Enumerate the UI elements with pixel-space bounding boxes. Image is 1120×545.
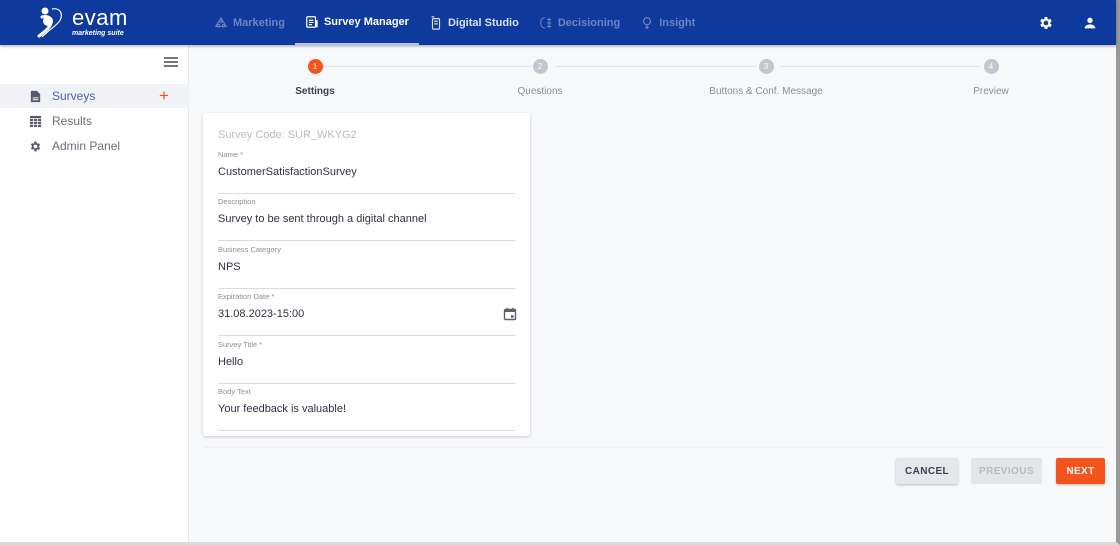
- name-field[interactable]: Name *: [218, 150, 516, 194]
- top-navigation-bar: evam marketing suite Marketing Survey Ma…: [0, 0, 1116, 45]
- nav-label: Marketing: [233, 16, 285, 29]
- digital-studio-icon: [431, 15, 441, 30]
- footer-divider: [203, 446, 1103, 448]
- top-right-actions: [1038, 0, 1098, 45]
- name-input[interactable]: [218, 164, 488, 180]
- gear-icon[interactable]: [1038, 15, 1054, 31]
- field-label: Expiration Date *: [218, 292, 275, 301]
- sidebar-item-surveys[interactable]: Surveys +: [0, 84, 189, 108]
- step-settings[interactable]: 1 Settings: [235, 59, 395, 97]
- step-label: Preview: [973, 86, 1009, 97]
- body-text-input[interactable]: [218, 401, 488, 417]
- field-label: Business Category: [218, 245, 281, 254]
- step-number: 4: [983, 59, 999, 74]
- nav-label: Insight: [659, 16, 696, 29]
- description-field[interactable]: Description: [218, 197, 516, 241]
- step-questions[interactable]: 2 Questions: [460, 59, 620, 97]
- step-number: 2: [532, 59, 548, 74]
- step-number: 3: [758, 59, 774, 74]
- nav-label: Digital Studio: [447, 16, 519, 29]
- survey-settings-card: Survey Code: SUR_WKYG2 Name * Descriptio…: [203, 113, 530, 436]
- brand-tagline: marketing suite: [72, 30, 124, 37]
- sidebar-item-label: Surveys: [52, 89, 96, 103]
- description-input[interactable]: [218, 211, 488, 227]
- insight-icon: [643, 16, 652, 29]
- expiration-date-input[interactable]: [218, 306, 488, 322]
- add-survey-button[interactable]: +: [159, 87, 169, 104]
- nav-item-marketing[interactable]: Marketing: [204, 0, 295, 45]
- document-icon: [30, 90, 41, 102]
- step-label: Questions: [517, 86, 563, 97]
- survey-title-input[interactable]: [218, 354, 488, 370]
- nav-label: Survey Manager: [323, 15, 409, 28]
- module-nav: Marketing Survey Manager Digital Studio …: [204, 0, 705, 45]
- evam-logo[interactable]: evam marketing suite: [36, 4, 136, 40]
- step-number: 1: [307, 59, 323, 74]
- calendar-icon[interactable]: [503, 307, 517, 321]
- wizard-stepper: 1 Settings 2 Questions 3 Buttons & Conf.…: [190, 45, 1116, 110]
- logo-mark-icon: [37, 7, 62, 38]
- marketing-icon: [214, 16, 228, 27]
- brand-name: evam: [72, 5, 128, 30]
- sidebar: Surveys + Results Admin Panel: [0, 45, 189, 542]
- survey-title-field[interactable]: Survey Title *: [218, 340, 516, 384]
- step-buttons-conf-message[interactable]: 3 Buttons & Conf. Message: [686, 59, 846, 97]
- body-text-field[interactable]: Body Text: [218, 387, 516, 431]
- nav-item-survey-manager[interactable]: Survey Manager: [294, 0, 419, 45]
- nav-item-insight[interactable]: Insight: [630, 0, 705, 45]
- sidebar-item-admin-panel[interactable]: Admin Panel: [0, 134, 189, 158]
- next-button[interactable]: NEXT: [1056, 458, 1105, 484]
- survey-manager-icon: [306, 15, 318, 28]
- cancel-button[interactable]: CANCEL: [896, 458, 958, 484]
- step-label: Settings: [295, 86, 335, 97]
- hamburger-icon[interactable]: [164, 57, 178, 67]
- nav-item-digital-studio[interactable]: Digital Studio: [419, 0, 529, 45]
- field-label: Survey Title *: [218, 340, 263, 349]
- sidebar-item-label: Admin Panel: [52, 139, 121, 153]
- business-category-field[interactable]: Business Category: [218, 245, 516, 289]
- step-label: Buttons & Conf. Message: [709, 86, 823, 97]
- survey-code: Survey Code: SUR_WKYG2: [218, 129, 357, 141]
- field-label: Description: [218, 197, 256, 206]
- field-label: Body Text: [218, 387, 251, 396]
- previous-button[interactable]: PREVIOUS: [971, 458, 1042, 484]
- business-category-input[interactable]: [218, 259, 488, 275]
- field-label: Name *: [218, 150, 244, 159]
- decisioning-icon: [540, 16, 552, 29]
- user-icon[interactable]: [1082, 15, 1098, 31]
- nav-item-decisioning[interactable]: Decisioning: [529, 0, 630, 45]
- step-preview[interactable]: 4 Preview: [911, 59, 1071, 97]
- sidebar-item-label: Results: [52, 114, 93, 128]
- app-window: evam marketing suite Marketing Survey Ma…: [0, 0, 1120, 545]
- sidebar-item-results[interactable]: Results: [0, 109, 189, 133]
- expiration-date-field[interactable]: Expiration Date *: [218, 292, 517, 336]
- nav-label: Decisioning: [557, 16, 621, 29]
- gear-icon: [30, 141, 41, 151]
- table-icon: [29, 115, 42, 127]
